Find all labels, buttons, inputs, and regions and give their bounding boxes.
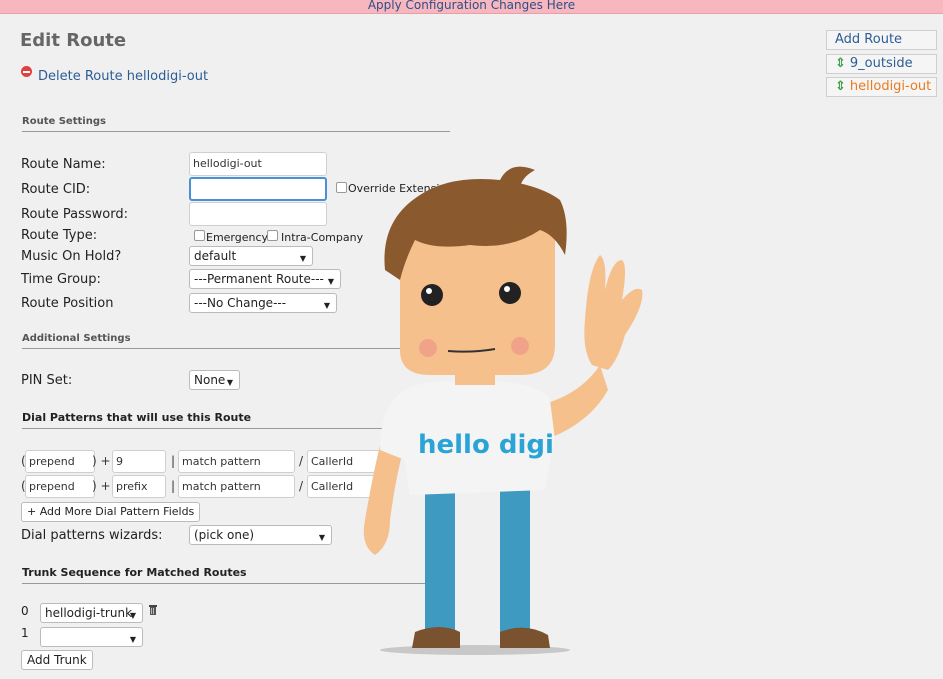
add-more-dial-pattern-button[interactable]: + Add More Dial Pattern Fields bbox=[21, 502, 201, 522]
match-pattern-input[interactable]: match pattern bbox=[178, 475, 295, 498]
trunk-value: hellodigi-trunk bbox=[45, 606, 133, 620]
time-group-value: ---Permanent Route--- bbox=[194, 272, 324, 286]
route-type-label: Route Type: bbox=[21, 228, 98, 243]
dropdown-arrow-icon: ▼ bbox=[129, 635, 136, 644]
emergency-checkbox[interactable] bbox=[194, 230, 205, 241]
apply-config-link[interactable]: Apply Configuration Changes Here bbox=[368, 0, 575, 12]
emergency-label: Emergency bbox=[206, 231, 269, 244]
dial-patterns-wizard-value: (pick one) bbox=[194, 528, 255, 542]
trash-icon[interactable] bbox=[148, 603, 158, 616]
pin-set-select[interactable]: None ▼ bbox=[189, 370, 240, 390]
prepend-input[interactable]: prepend bbox=[25, 450, 95, 473]
trunk-select[interactable]: hellodigi-trunk ▼ bbox=[40, 603, 143, 623]
section-route-settings: Route Settings bbox=[22, 116, 450, 132]
page-title: Edit Route bbox=[20, 30, 127, 51]
dropdown-arrow-icon: ▼ bbox=[323, 301, 330, 310]
slash: / bbox=[299, 479, 304, 493]
override-extension-checkbox[interactable] bbox=[336, 182, 347, 193]
dial-patterns-wizard-label: Dial patterns wizards: bbox=[21, 528, 163, 543]
music-on-hold-label: Music On Hold? bbox=[21, 249, 122, 264]
prepend-input[interactable]: prepend bbox=[25, 475, 95, 498]
prefix-input[interactable]: 9 bbox=[112, 450, 166, 473]
route-name-input[interactable]: hellodigi-out bbox=[189, 152, 327, 176]
trunk-index: 0 bbox=[21, 604, 29, 618]
route-position-value: ---No Change--- bbox=[194, 296, 287, 310]
prefix-input[interactable]: prefix bbox=[112, 475, 166, 498]
route-cid-label: Route CID: bbox=[21, 182, 91, 197]
delete-route-link[interactable]: Delete Route hellodigi-out bbox=[21, 66, 209, 84]
dropdown-arrow-icon: ▼ bbox=[226, 378, 233, 387]
dial-patterns-wizard-select[interactable]: (pick one) ▼ bbox=[189, 525, 332, 545]
mascot-illustration: hello digi bbox=[363, 166, 643, 655]
route-position-select[interactable]: ---No Change--- ▼ bbox=[189, 293, 337, 313]
route-nav-item-active[interactable]: ⇕ hellodigi-out bbox=[826, 77, 937, 97]
pin-set-label: PIN Set: bbox=[21, 373, 73, 388]
route-position-label: Route Position bbox=[21, 296, 114, 311]
delete-icon bbox=[21, 66, 32, 77]
close-paren-plus: ) + bbox=[92, 454, 111, 468]
reorder-arrows-icon: ⇕ bbox=[835, 79, 846, 94]
route-cid-input[interactable] bbox=[189, 177, 327, 201]
apply-config-banner[interactable]: Apply Configuration Changes Here bbox=[0, 0, 943, 14]
route-name-label: Route Name: bbox=[21, 157, 106, 172]
trunk-select[interactable]: ▼ bbox=[40, 627, 143, 647]
mascot-shirt-text: hello digi bbox=[418, 430, 554, 460]
dropdown-arrow-icon: ▼ bbox=[129, 611, 136, 620]
reorder-arrows-icon: ⇕ bbox=[835, 56, 846, 71]
route-nav-label: hellodigi-out bbox=[849, 79, 932, 94]
match-pattern-input[interactable]: match pattern bbox=[178, 450, 295, 473]
route-password-label: Route Password: bbox=[21, 207, 128, 222]
route-nav-label: 9_outside bbox=[849, 56, 913, 71]
close-paren-plus: ) + bbox=[92, 479, 111, 493]
music-on-hold-select[interactable]: default ▼ bbox=[189, 246, 313, 266]
trunk-index: 1 bbox=[21, 626, 29, 640]
time-group-label: Time Group: bbox=[21, 272, 101, 287]
intra-company-label: Intra-Company bbox=[281, 231, 364, 244]
delete-route-label: Delete Route hellodigi-out bbox=[38, 69, 209, 84]
pin-set-value: None bbox=[194, 373, 226, 387]
add-route-link[interactable]: Add Route bbox=[826, 30, 937, 50]
dropdown-arrow-icon: ▼ bbox=[318, 533, 325, 542]
dropdown-arrow-icon: ▼ bbox=[327, 277, 334, 286]
slash: / bbox=[299, 454, 304, 468]
time-group-select[interactable]: ---Permanent Route--- ▼ bbox=[189, 269, 341, 289]
route-password-input[interactable] bbox=[189, 202, 327, 226]
music-on-hold-value: default bbox=[194, 249, 237, 263]
dropdown-arrow-icon: ▼ bbox=[299, 254, 306, 263]
add-trunk-button[interactable]: Add Trunk bbox=[21, 650, 93, 670]
route-nav-item[interactable]: ⇕ 9_outside bbox=[826, 54, 937, 74]
intra-company-checkbox[interactable] bbox=[267, 230, 278, 241]
